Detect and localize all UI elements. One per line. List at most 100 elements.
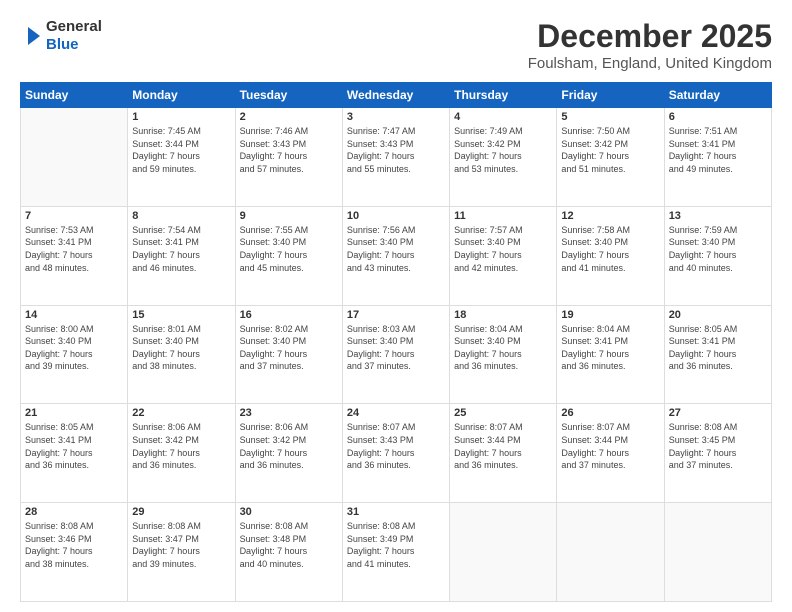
day-info-line: Sunrise: 7:46 AM — [240, 126, 309, 136]
day-info-line: Sunset: 3:46 PM — [25, 534, 92, 544]
day-info-line: Sunrise: 7:58 AM — [561, 225, 630, 235]
day-info-line: Daylight: 7 hours — [240, 151, 308, 161]
day-info-line: Daylight: 7 hours — [25, 448, 93, 458]
day-info-line: and 46 minutes. — [132, 263, 196, 273]
table-row: 4Sunrise: 7:49 AMSunset: 3:42 PMDaylight… — [450, 108, 557, 207]
day-info-line: Sunset: 3:40 PM — [669, 237, 736, 247]
day-info-line: and 39 minutes. — [132, 559, 196, 569]
day-info-line: Daylight: 7 hours — [132, 151, 200, 161]
day-info-line: Sunset: 3:44 PM — [561, 435, 628, 445]
day-info-line: Daylight: 7 hours — [132, 448, 200, 458]
table-row: 19Sunrise: 8:04 AMSunset: 3:41 PMDayligh… — [557, 305, 664, 404]
calendar-week-row: 21 Sunrise: 8:05 AMSunset: 3:41 PMDayligh… — [21, 404, 772, 503]
calendar-week-row: 1Sunrise: 7:45 AMSunset: 3:44 PMDaylight… — [21, 108, 772, 207]
day-info-line: Daylight: 7 hours — [347, 448, 415, 458]
logo-line2: Blue — [46, 36, 102, 54]
table-row: 1Sunrise: 7:45 AMSunset: 3:44 PMDaylight… — [128, 108, 235, 207]
day-info-line: Daylight: 7 hours — [561, 250, 629, 260]
day-number: 6 — [669, 111, 767, 123]
day-info-line: Daylight: 7 hours — [561, 151, 629, 161]
day-info-line: Sunset: 3:42 PM — [561, 139, 628, 149]
table-row — [557, 503, 664, 602]
page-title: December 2025 — [528, 18, 772, 55]
logo-line1: General — [46, 18, 102, 36]
day-number: 21 — [25, 407, 123, 419]
table-row: 2Sunrise: 7:46 AMSunset: 3:43 PMDaylight… — [235, 108, 342, 207]
day-info-line: Daylight: 7 hours — [347, 546, 415, 556]
col-wednesday: Wednesday — [342, 83, 449, 108]
day-info: Sunrise: 8:07 AMSunset: 3:44 PMDaylight:… — [454, 421, 552, 471]
day-info-line: Sunrise: 7:50 AM — [561, 126, 630, 136]
day-info: Sunrise: 8:02 AMSunset: 3:40 PMDaylight:… — [240, 323, 338, 373]
day-info-line: and 48 minutes. — [25, 263, 89, 273]
day-info-line: Daylight: 7 hours — [132, 250, 200, 260]
day-info: Sunrise: 8:07 AMSunset: 3:44 PMDaylight:… — [561, 421, 659, 471]
day-info-line: Daylight: 7 hours — [347, 250, 415, 260]
day-info-line: Daylight: 7 hours — [132, 349, 200, 359]
day-number: 12 — [561, 210, 659, 222]
day-number: 2 — [240, 111, 338, 123]
day-info-line: Sunset: 3:41 PM — [132, 237, 199, 247]
table-row: 3Sunrise: 7:47 AMSunset: 3:43 PMDaylight… — [342, 108, 449, 207]
day-info-line: Daylight: 7 hours — [561, 349, 629, 359]
day-info-line: and 37 minutes. — [669, 460, 733, 470]
day-info: Sunrise: 8:05 AMSunset: 3:41 PMDaylight:… — [25, 421, 123, 471]
table-row: 27Sunrise: 8:08 AMSunset: 3:45 PMDayligh… — [664, 404, 771, 503]
day-info-line: and 41 minutes. — [561, 263, 625, 273]
page-subtitle: Foulsham, England, United Kingdom — [528, 55, 772, 72]
day-info-line: Sunrise: 7:56 AM — [347, 225, 416, 235]
day-info: Sunrise: 7:58 AMSunset: 3:40 PMDaylight:… — [561, 224, 659, 274]
day-info-line: Sunrise: 8:06 AM — [240, 422, 309, 432]
day-info: Sunrise: 7:50 AM Sunset: 3:42 PM Daylight:… — [561, 125, 659, 175]
day-number: 14 — [25, 309, 123, 321]
day-info-line: Sunset: 3:42 PM — [454, 139, 521, 149]
day-info-line: Sunset: 3:40 PM — [454, 237, 521, 247]
day-info: Sunrise: 8:04 AMSunset: 3:40 PMDaylight:… — [454, 323, 552, 373]
day-info: Sunrise: 8:07 AMSunset: 3:43 PMDaylight:… — [347, 421, 445, 471]
day-info: Sunrise: 8:03 AMSunset: 3:40 PMDaylight:… — [347, 323, 445, 373]
col-thursday: Thursday — [450, 83, 557, 108]
day-info-line: Sunrise: 8:01 AM — [132, 324, 201, 334]
table-row: 11Sunrise: 7:57 AMSunset: 3:40 PMDayligh… — [450, 206, 557, 305]
day-info-line: Sunrise: 7:53 AM — [25, 225, 94, 235]
table-row: 12 Sunrise: 7:58 AMSunset: 3:40 PMDayligh… — [557, 206, 664, 305]
day-number: 23 — [240, 407, 338, 419]
day-info: Sunrise: 8:00 AMSunset: 3:40 PMDaylight:… — [25, 323, 123, 373]
day-info: Sunrise: 7:51 AMSunset: 3:41 PMDaylight:… — [669, 125, 767, 175]
day-info-line: Sunrise: 7:47 AM — [347, 126, 416, 136]
table-row: 16Sunrise: 8:02 AMSunset: 3:40 PMDayligh… — [235, 305, 342, 404]
table-row: 9Sunrise: 7:55 AMSunset: 3:40 PMDaylight… — [235, 206, 342, 305]
day-info-line: Daylight: 7 hours — [25, 349, 93, 359]
day-info-line: Sunset: 3:42 PM — [240, 435, 307, 445]
table-row: 6 Sunrise: 7:51 AMSunset: 3:41 PMDaylight… — [664, 108, 771, 207]
table-row: 10Sunrise: 7:56 AMSunset: 3:40 PMDayligh… — [342, 206, 449, 305]
day-info-line: Daylight: 7 hours — [347, 151, 415, 161]
table-row: 13Sunrise: 7:59 AMSunset: 3:40 PMDayligh… — [664, 206, 771, 305]
day-info-line: Sunrise: 7:51 AM — [669, 126, 738, 136]
day-info-line: Sunrise: 8:07 AM — [347, 422, 416, 432]
table-row: 7Sunrise: 7:53 AMSunset: 3:41 PMDaylight… — [21, 206, 128, 305]
day-info-line: and 53 minutes. — [454, 164, 518, 174]
table-row: 22Sunrise: 8:06 AMSunset: 3:42 PMDayligh… — [128, 404, 235, 503]
day-info-line: Sunrise: 8:08 AM — [347, 521, 416, 531]
day-info-line: Daylight: 7 hours — [454, 250, 522, 260]
day-info: Sunrise: 7:49 AMSunset: 3:42 PMDaylight:… — [454, 125, 552, 175]
day-info-line: Sunrise: 8:07 AM — [561, 422, 630, 432]
day-info-line: Sunrise: 8:08 AM — [25, 521, 94, 531]
col-tuesday: Tuesday — [235, 83, 342, 108]
day-info-line: Sunrise: 7:55 AM — [240, 225, 309, 235]
day-info-line: and 36 minutes. — [25, 460, 89, 470]
day-info-line: and 36 minutes. — [669, 361, 733, 371]
day-info-line: Sunset: 3:42 PM — [132, 435, 199, 445]
day-info-line: and 39 minutes. — [25, 361, 89, 371]
table-row: 28Sunrise: 8:08 AMSunset: 3:46 PMDayligh… — [21, 503, 128, 602]
col-sunday: Sunday — [21, 83, 128, 108]
logo-arrow-icon — [20, 25, 42, 47]
day-info: Sunrise: 8:08 AMSunset: 3:49 PMDaylight:… — [347, 520, 445, 570]
day-info-line: Sunset: 3:40 PM — [25, 336, 92, 346]
day-info-line: and 40 minutes. — [240, 559, 304, 569]
day-info-line: Daylight: 7 hours — [454, 349, 522, 359]
logo: General Blue — [20, 18, 102, 54]
day-info-line: and 36 minutes. — [561, 361, 625, 371]
day-info-line: Sunset: 3:40 PM — [132, 336, 199, 346]
